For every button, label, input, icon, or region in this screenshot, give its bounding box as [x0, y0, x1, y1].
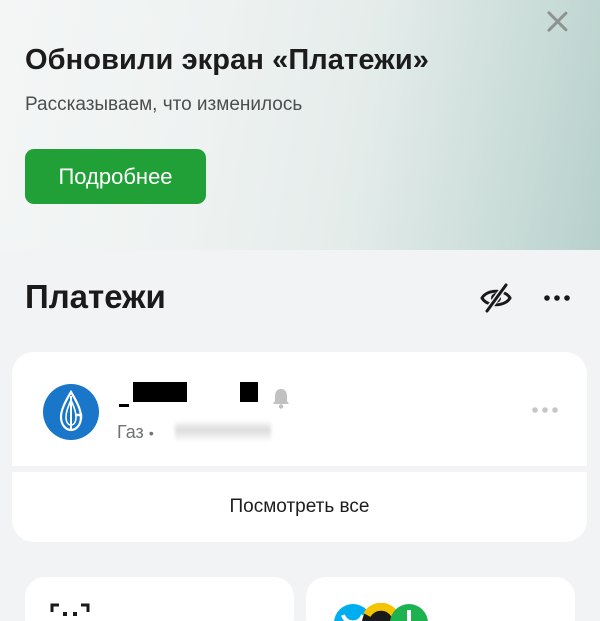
redacted-name [240, 382, 258, 402]
payment-item[interactable]: Газ • [12, 352, 587, 466]
more-details-button[interactable]: Подробнее [25, 149, 206, 204]
eye-crossed-icon[interactable] [479, 282, 513, 314]
more-horizontal-icon[interactable] [531, 404, 559, 416]
qr-payment-tile[interactable] [25, 577, 294, 621]
redacted-name [119, 404, 129, 407]
gazprom-logo-icon [43, 384, 99, 440]
see-all-button[interactable]: Посмотреть все [12, 472, 587, 542]
separator: • [148, 425, 154, 441]
payment-category: Газ • [117, 422, 154, 443]
category-label: Газ [117, 422, 144, 442]
bell-icon [273, 389, 289, 409]
promo-banner: Обновили экран «Платежи» Рассказываем, ч… [0, 0, 600, 250]
close-icon[interactable] [542, 6, 572, 36]
redacted-name [133, 382, 187, 402]
payments-card: Газ • Посмотреть все [12, 352, 587, 542]
banner-title: Обновили экран «Платежи» [25, 44, 429, 76]
mobile-payment-tile[interactable] [306, 577, 575, 621]
qr-scan-icon [50, 603, 90, 616]
page-title: Платежи [25, 278, 166, 315]
redacted-account [175, 420, 271, 442]
operator-logos-icon [334, 603, 428, 621]
more-horizontal-icon[interactable] [542, 288, 572, 308]
banner-subtitle: Рассказываем, что изменилось [25, 94, 303, 115]
